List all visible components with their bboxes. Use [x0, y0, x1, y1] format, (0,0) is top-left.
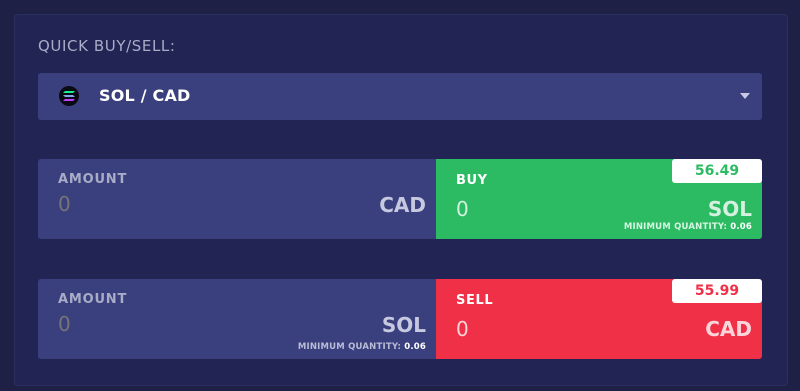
- buy-amount-unit: CAD: [379, 193, 426, 217]
- sell-price-badge: 55.99: [672, 279, 762, 303]
- sell-amount-unit: SOL: [381, 313, 426, 337]
- sell-quantity-unit: CAD: [705, 317, 752, 341]
- buy-amount-field[interactable]: AMOUNT CAD: [38, 159, 436, 239]
- buy-amount-label: AMOUNT: [58, 172, 128, 187]
- buy-button[interactable]: BUY 0 SOL 56.49 MINIMUM QUANTITY: 0.06: [436, 159, 762, 239]
- buy-row: AMOUNT CAD BUY 0 SOL 56.49 MINIMUM QUANT…: [38, 159, 762, 239]
- sell-amount-label: AMOUNT: [58, 292, 128, 307]
- sell-button[interactable]: SELL 0 CAD 55.99: [436, 279, 762, 359]
- pair-select-label: SOL / CAD: [99, 86, 191, 105]
- pair-select[interactable]: SOL / CAD: [38, 73, 762, 120]
- sell-label: SELL: [456, 293, 494, 308]
- buy-amount-input[interactable]: [58, 192, 258, 216]
- panel-title: QUICK BUY/SELL:: [38, 37, 176, 55]
- buy-min-qty-value: 0.06: [730, 222, 752, 232]
- buy-min-qty-label: MINIMUM QUANTITY:: [623, 222, 728, 232]
- sell-quantity-value: 0: [456, 317, 469, 341]
- sell-minimum-quantity: MINIMUM QUANTITY: 0.06: [298, 342, 426, 352]
- buy-quantity-unit: SOL: [707, 197, 752, 221]
- chevron-down-icon[interactable]: [740, 93, 750, 99]
- buy-label: BUY: [456, 173, 488, 188]
- sell-min-qty-label: MINIMUM QUANTITY:: [297, 342, 402, 352]
- sell-min-qty-value: 0.06: [404, 342, 426, 352]
- buy-price-badge: 56.49: [672, 159, 762, 183]
- buy-minimum-quantity: MINIMUM QUANTITY: 0.06: [624, 222, 752, 232]
- buy-quantity-value: 0: [456, 197, 469, 221]
- sell-amount-field[interactable]: AMOUNT SOL MINIMUM QUANTITY: 0.06: [38, 279, 436, 359]
- sell-row: AMOUNT SOL MINIMUM QUANTITY: 0.06 SELL 0…: [38, 279, 762, 359]
- sell-amount-input[interactable]: [58, 312, 258, 336]
- solana-logo-icon: [59, 86, 79, 106]
